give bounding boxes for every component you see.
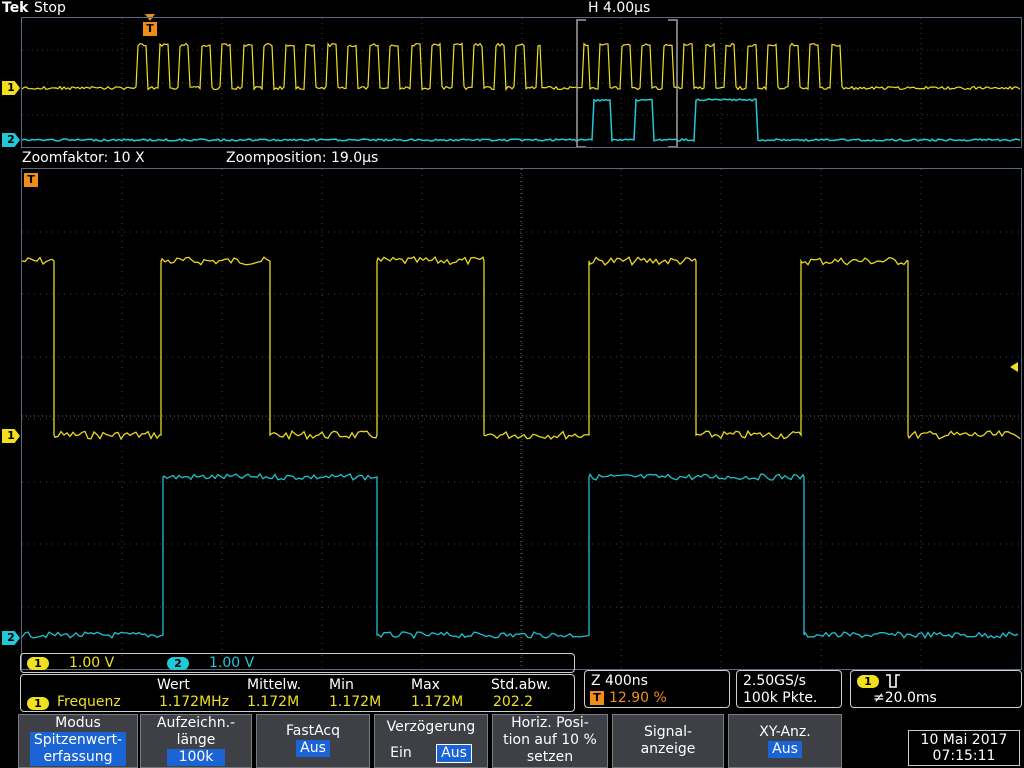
fastacq-label: FastAcq [285, 723, 341, 739]
ch1-badge: 1 [27, 657, 49, 670]
record-points: 100k Pkte. [743, 690, 818, 706]
xy-display-label: XY-Anz. [759, 724, 811, 740]
meas-channel-badge: 1 [27, 697, 49, 710]
zoom-position: Zoomposition: 19.0µs [226, 150, 379, 166]
meas-header-min: Min [329, 677, 354, 693]
date: 10 Mai 2017 [920, 732, 1008, 748]
trigger-level: ≠20.0ms [873, 690, 937, 706]
overview-ch2-trace [21, 98, 1021, 142]
meas-header-mean: Mittelw. [247, 677, 302, 693]
trigger-pos-icon: T [590, 691, 604, 705]
zoom-factor: Zoomfaktor: 10 X [22, 150, 145, 166]
overview-waveform-svg [21, 18, 1021, 148]
meas-name: Frequenz [57, 694, 121, 710]
meas-min: 1.172M [329, 694, 382, 710]
ch2-scale: 1.00 V [209, 655, 255, 671]
trigger-channel-badge: 1 [857, 675, 879, 688]
ch2-ground-marker-overview[interactable]: 2 [2, 133, 20, 147]
trigger-position-value: 12.90 % [609, 690, 667, 706]
record-length-label: Aufzeichn.- länge [156, 715, 236, 748]
overview-waveform-window[interactable] [21, 17, 1022, 148]
meas-max: 1.172M [411, 694, 464, 710]
run-state: Stop [34, 0, 66, 16]
zoom-waveform-svg [21, 169, 1021, 669]
tek-logo: Tek [2, 0, 29, 16]
delay-on[interactable]: Ein [390, 745, 412, 761]
zoom-timebase: Z 400ns [591, 673, 648, 689]
horizontal-scale: H 4.00µs [588, 0, 651, 16]
zoom-waveform-window[interactable] [21, 168, 1022, 670]
signal-display-button[interactable]: Signal- anzeige [612, 714, 724, 768]
record-length-button[interactable]: Aufzeichn.- länge 100k [140, 714, 252, 768]
sample-rate: 2.50GS/s [743, 673, 806, 689]
time: 07:15:11 [932, 748, 996, 764]
pulse-trigger-icon [886, 674, 900, 688]
channel-scale-bar[interactable]: 1 1.00 V 2 1.00 V [20, 653, 575, 673]
zoom-ch2-trace [21, 472, 1019, 640]
ch1-ground-marker-overview[interactable]: 1 [2, 81, 20, 95]
overview-ch1-trace [21, 42, 1021, 92]
meas-value: 1.172MHz [159, 694, 230, 710]
horizontal-position-button[interactable]: Horiz. Posi- tion auf 10 % setzen [492, 714, 608, 768]
fastacq-button[interactable]: FastAcq Aus [256, 714, 370, 768]
datetime-box: 10 Mai 2017 07:15:11 [908, 730, 1020, 766]
meas-header-value: Wert [157, 677, 190, 693]
mode-button[interactable]: Modus Spitzenwert- erfassung [18, 714, 138, 768]
meas-header-stddev: Std.abw. [491, 677, 551, 693]
acquisition-panel[interactable]: 2.50GS/s 100k Pkte. [736, 670, 842, 708]
meas-stddev: 202.2 [493, 694, 534, 710]
xy-display-button[interactable]: XY-Anz. Aus [728, 714, 842, 768]
mode-label: Modus [55, 715, 101, 731]
ch2-ground-marker-zoom[interactable]: 2 [2, 631, 20, 645]
delay-button[interactable]: Verzögerung Ein Aus [374, 714, 488, 768]
delay-label: Verzögerung [386, 719, 476, 735]
ch1-scale: 1.00 V [69, 655, 115, 671]
mode-value: Spitzenwert- erfassung [29, 732, 127, 766]
delay-off[interactable]: Aus [436, 744, 472, 763]
meas-header-max: Max [411, 677, 440, 693]
trigger-marker-zoom: T [24, 173, 38, 187]
ch1-ground-marker-zoom[interactable]: 1 [2, 429, 20, 443]
ch2-badge: 2 [167, 657, 189, 670]
trigger-level-arrow-icon[interactable] [1010, 362, 1018, 372]
zoom-ch1-trace [21, 255, 1021, 441]
record-length-value: 100k [166, 749, 226, 766]
measurement-panel[interactable]: Wert Mittelw. Min Max Std.abw. 1 Frequen… [20, 674, 575, 712]
timebase-panel[interactable]: Z 400ns T 12.90 % [584, 670, 730, 708]
meas-mean: 1.172M [247, 694, 300, 710]
xy-display-value: Aus [768, 741, 802, 758]
fastacq-value: Aus [296, 740, 330, 757]
trigger-panel[interactable]: 1 ≠20.0ms [850, 670, 1022, 708]
